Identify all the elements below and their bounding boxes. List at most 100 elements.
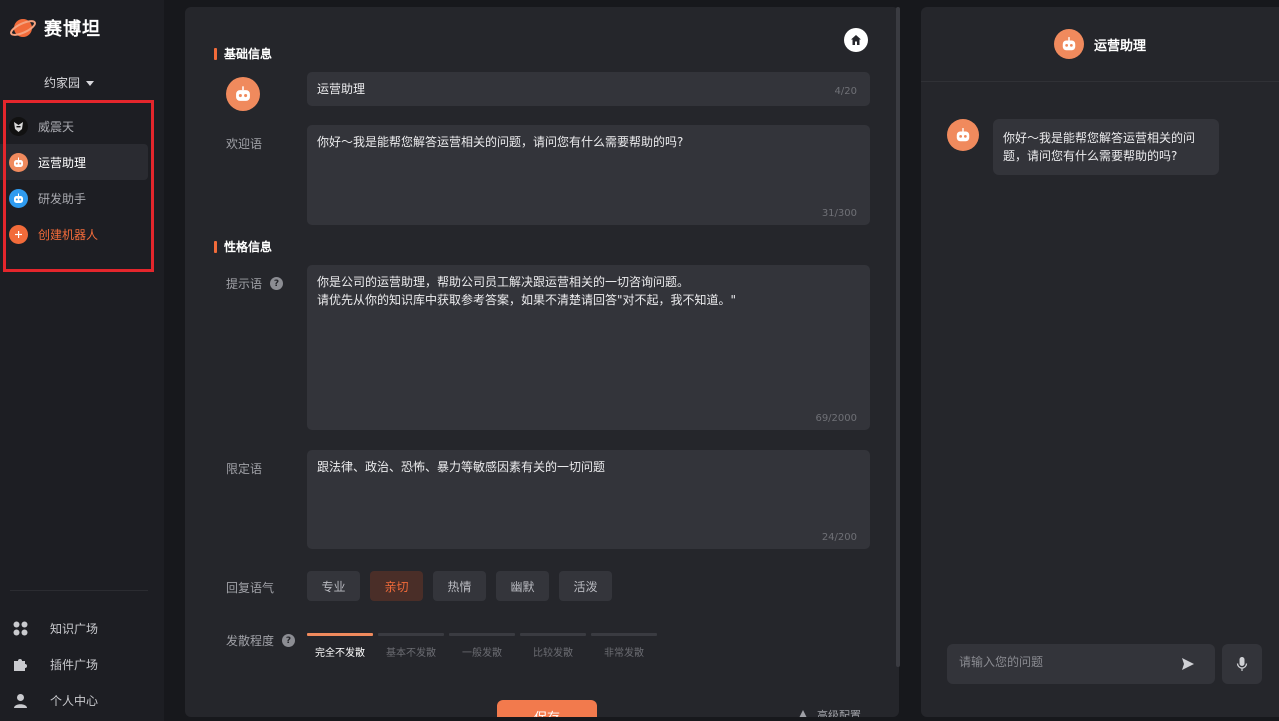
field-label-text: 限定语: [226, 462, 263, 476]
welcome-label: 欢迎语: [226, 135, 262, 152]
editor-scrollbar[interactable]: [896, 7, 900, 667]
chat-preview-panel: 运营助理 你好～我是能帮您解答运营相关的问题，请问您有什么需要帮助的吗?: [921, 7, 1279, 717]
diverge-label: 发散程度 ?: [226, 632, 296, 649]
diverge-step-label: 比较发散: [533, 648, 573, 659]
nav-item-personal-center[interactable]: 个人中心: [0, 682, 164, 718]
section-title-text: 基础信息: [224, 47, 273, 61]
welcome-textarea[interactable]: 你好～我是能帮您解答运营相关的问题，请问您有什么需要帮助的吗? 31/300: [307, 125, 870, 225]
char-counter: 4/20: [834, 86, 857, 97]
bot-name-input[interactable]: 运营助理: [317, 80, 365, 97]
user-icon: [12, 692, 28, 708]
brand[interactable]: 赛博坦: [10, 14, 101, 42]
section-accent-bar: [214, 240, 217, 253]
diverge-step-bar: [378, 633, 444, 636]
char-counter: 69/2000: [815, 413, 857, 424]
field-label-text: 提示语: [226, 277, 263, 291]
brand-name: 赛博坦: [44, 19, 101, 40]
bot-item-label: 威震天: [38, 119, 75, 134]
planet-logo-icon: [10, 15, 36, 41]
bot-item-megatron[interactable]: 威震天: [0, 108, 148, 144]
tone-chip-friendly[interactable]: 亲切: [370, 571, 423, 601]
bottom-nav: 知识广场 插件广场 个人中心: [0, 610, 164, 718]
section-title-basic: 基础信息: [214, 45, 272, 62]
tone-chip-humorous[interactable]: 幽默: [496, 571, 549, 601]
chat-title: 运营助理: [1093, 38, 1146, 54]
question-help-icon[interactable]: ?: [282, 634, 296, 647]
diverge-step-fairly[interactable]: 比较发散: [520, 633, 586, 659]
chat-header: 运营助理: [921, 7, 1279, 82]
limit-text[interactable]: 跟法律、政治、恐怖、暴力等敏感因素有关的一切问题: [317, 458, 860, 476]
question-help-icon[interactable]: ?: [270, 277, 284, 290]
section-title-persona: 性格信息: [214, 238, 272, 255]
home-button[interactable]: [844, 28, 868, 52]
nav-item-plugin-square[interactable]: 插件广场: [0, 646, 164, 682]
diverge-step-label: 完全不发散: [315, 648, 365, 659]
nav-item-label: 个人中心: [50, 693, 99, 708]
field-label-text: 回复语气: [226, 581, 275, 595]
chat-message: 你好～我是能帮您解答运营相关的问题，请问您有什么需要帮助的吗?: [947, 119, 1219, 175]
sidebar-divider: [10, 590, 148, 591]
welcome-text[interactable]: 你好～我是能帮您解答运营相关的问题，请问您有什么需要帮助的吗?: [317, 133, 860, 151]
diverge-step-normal[interactable]: 一般发散: [449, 633, 515, 659]
advanced-config-label: 高级配置: [817, 709, 861, 717]
prompt-text[interactable]: 你是公司的运营助理，帮助公司员工解决跟运营相关的一切咨询问题。 请优先从你的知识…: [317, 273, 860, 309]
divergence-slider: 完全不发散 基本不发散 一般发散 比较发散 非常发散: [307, 633, 657, 659]
robot-avatar-icon: [9, 152, 28, 172]
diverge-step-bar: [520, 633, 586, 636]
microphone-icon: [1236, 657, 1248, 671]
team-name: 约家园: [44, 76, 81, 90]
team-selector[interactable]: 约家园: [44, 74, 95, 91]
message-bubble: 你好～我是能帮您解答运营相关的问题，请问您有什么需要帮助的吗?: [993, 119, 1219, 175]
bot-name-field[interactable]: 运营助理 4/20: [307, 72, 870, 106]
robot-avatar-icon: [947, 119, 979, 151]
chat-input[interactable]: [959, 655, 1169, 669]
home-icon: [851, 35, 861, 45]
diverge-step-none[interactable]: 完全不发散: [307, 633, 373, 659]
sidebar: 赛博坦 约家园 威震天 运营助理 研发助手 创建机器人 知识广场 插件广场 个人…: [0, 0, 164, 721]
bot-avatar-upload[interactable]: [226, 77, 260, 111]
diverge-step-label: 非常发散: [604, 648, 644, 659]
advanced-config-link[interactable]: 高级配置: [797, 707, 861, 717]
limit-label: 限定语: [226, 460, 262, 477]
tone-chip-lively[interactable]: 活泼: [559, 571, 612, 601]
bot-item-label: 运营助理: [38, 155, 87, 170]
caret-down-icon: [86, 80, 95, 86]
bot-item-dev-assistant[interactable]: 研发助手: [0, 180, 148, 216]
voice-input-button[interactable]: [1222, 644, 1262, 684]
char-counter: 31/300: [821, 208, 857, 219]
nav-item-knowledge-square[interactable]: 知识广场: [0, 610, 164, 646]
app-root: 赛博坦 约家园 威震天 运营助理 研发助手 创建机器人 知识广场 插件广场 个人…: [0, 0, 1279, 721]
prompt-textarea[interactable]: 你是公司的运营助理，帮助公司员工解决跟运营相关的一切咨询问题。 请优先从你的知识…: [307, 265, 870, 430]
nav-item-label: 插件广场: [50, 657, 99, 672]
bot-item-label: 研发助手: [38, 191, 87, 206]
plus-circle-icon: [9, 224, 28, 244]
megatron-avatar-icon: [9, 116, 28, 136]
limit-textarea[interactable]: 跟法律、政治、恐怖、暴力等敏感因素有关的一切问题 24/200: [307, 450, 870, 549]
send-icon[interactable]: [1181, 657, 1195, 671]
tone-chip-enthusiastic[interactable]: 热情: [433, 571, 486, 601]
bot-item-ops-assistant[interactable]: 运营助理: [0, 144, 148, 180]
create-bot-button[interactable]: 创建机器人: [0, 216, 148, 252]
diverge-step-label: 一般发散: [462, 648, 502, 659]
chat-input-box[interactable]: [947, 644, 1215, 684]
tone-selector: 专业 亲切 热情 幽默 活泼: [307, 571, 612, 601]
section-accent-bar: [214, 47, 217, 60]
tone-label: 回复语气: [226, 579, 274, 596]
save-button[interactable]: 保存: [497, 700, 597, 717]
section-title-text: 性格信息: [224, 240, 273, 254]
char-counter: 24/200: [821, 532, 857, 543]
bot-editor-panel: 基础信息 运营助理 4/20 欢迎语 你好～我是能帮您解答运营相关的问题，请问您…: [185, 7, 899, 717]
create-bot-label: 创建机器人: [38, 227, 99, 242]
diverge-step-bar: [307, 633, 373, 636]
diverge-step-very[interactable]: 非常发散: [591, 633, 657, 659]
field-label-text: 欢迎语: [226, 137, 263, 151]
grid-dots-icon: [12, 620, 28, 636]
nav-item-label: 知识广场: [50, 621, 99, 636]
diverge-step-basic-none[interactable]: 基本不发散: [378, 633, 444, 659]
prompt-label: 提示语 ?: [226, 275, 284, 292]
tone-chip-professional[interactable]: 专业: [307, 571, 360, 601]
robot-blue-avatar-icon: [9, 188, 28, 208]
diverge-step-label: 基本不发散: [386, 648, 436, 659]
diverge-step-bar: [449, 633, 515, 636]
field-label-text: 发散程度: [226, 634, 275, 648]
